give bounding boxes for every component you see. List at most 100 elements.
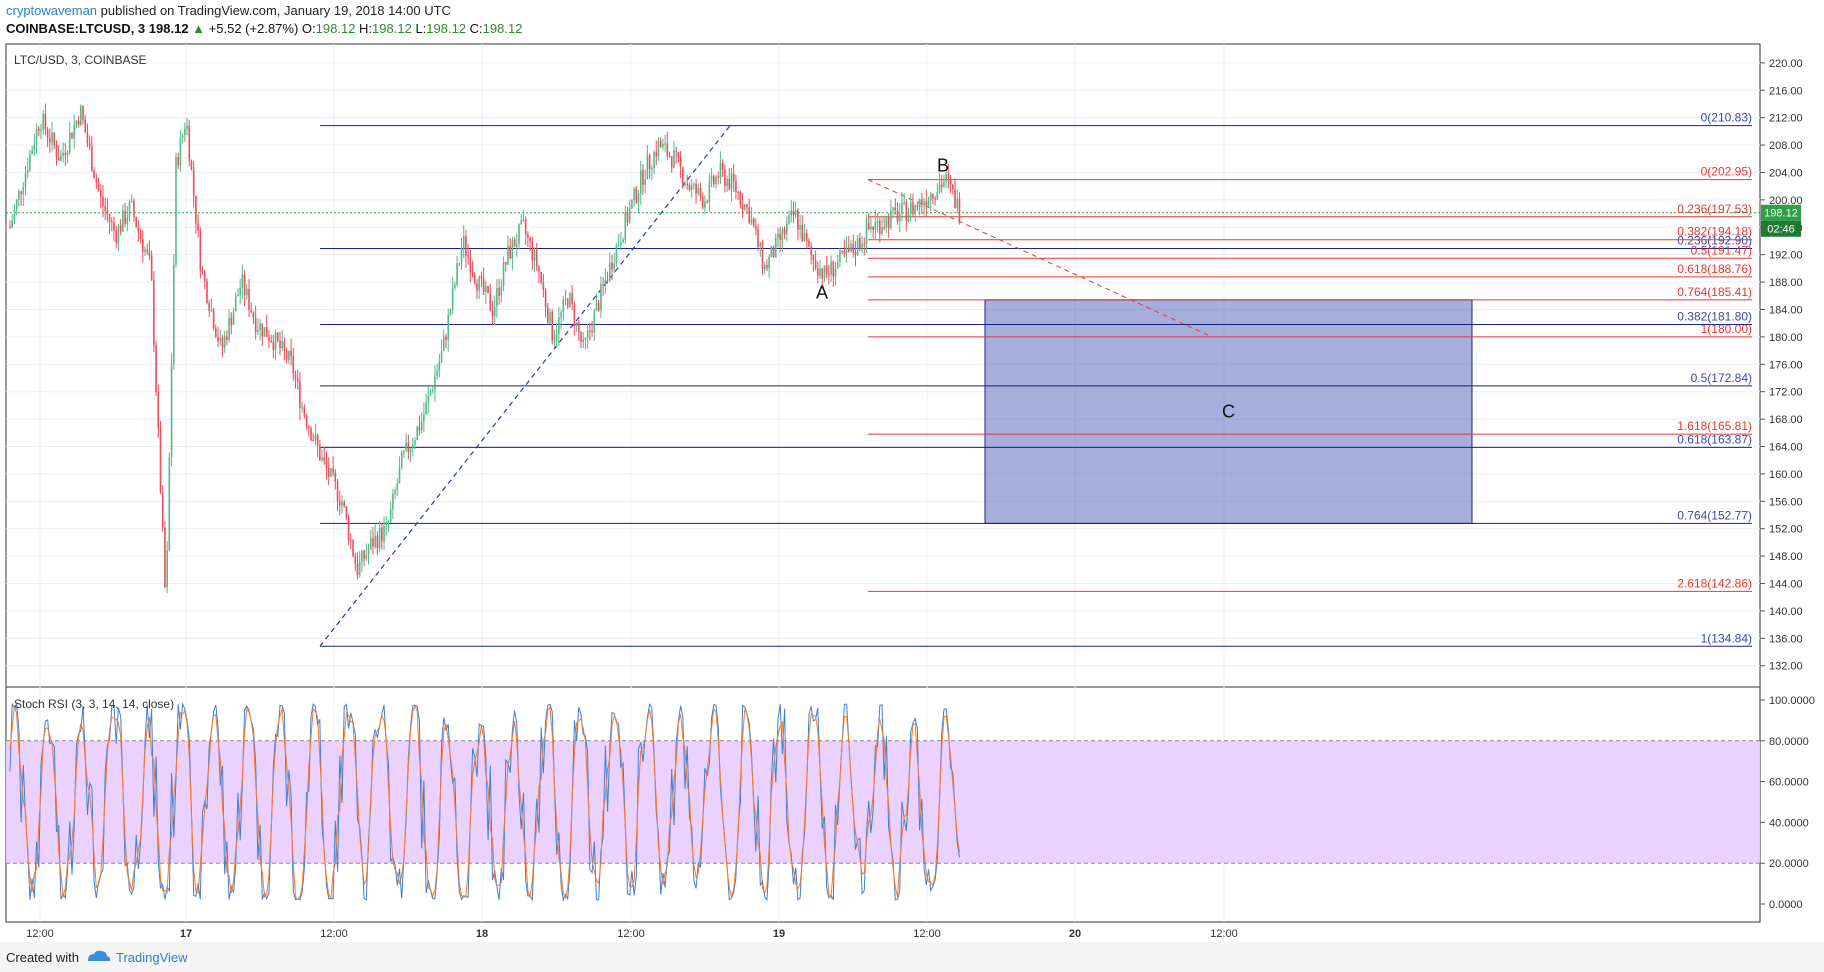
candle-body	[347, 517, 350, 540]
candle-body	[396, 483, 399, 491]
candle-body	[345, 506, 348, 518]
candle-body	[907, 213, 910, 221]
candle-body	[201, 270, 204, 272]
candle-body	[686, 184, 689, 186]
candle-body	[378, 527, 381, 549]
candle-body	[710, 175, 713, 182]
candle-body	[943, 181, 945, 187]
candle-body	[839, 250, 841, 262]
candle-body	[834, 268, 837, 277]
candle-body	[808, 240, 810, 247]
candle-body	[281, 341, 284, 349]
candle-body	[914, 205, 916, 215]
main-pane-title: LTC/USD, 3, COINBASE	[14, 53, 146, 67]
candle-body	[91, 147, 93, 171]
tradingview-brand[interactable]: TradingView	[116, 950, 188, 965]
candle-body	[613, 263, 616, 270]
candle-body	[292, 356, 295, 375]
candle-body	[398, 467, 401, 484]
candle-body	[489, 293, 492, 311]
candle-body	[383, 525, 385, 542]
candle-body	[115, 230, 118, 243]
candle-body	[949, 178, 952, 185]
fib-red-label: 2.618(142.86)	[1677, 576, 1752, 590]
candle-body	[18, 191, 20, 200]
candle-body	[560, 312, 562, 318]
candle-body	[71, 132, 73, 139]
candle-body	[540, 272, 542, 283]
candle-body	[664, 143, 666, 145]
candle-body	[872, 226, 874, 230]
candle-body	[376, 535, 379, 549]
candle-body	[825, 265, 828, 275]
candle-body	[197, 223, 199, 231]
candle-body	[493, 306, 496, 316]
candle-body	[954, 189, 956, 208]
candle-body	[473, 274, 476, 284]
candle-body	[296, 378, 299, 382]
candle-body	[925, 201, 928, 206]
candle-body	[55, 145, 58, 158]
y-tick-label: 152.00	[1769, 524, 1803, 536]
candle-body	[409, 448, 412, 453]
candle-body	[228, 317, 230, 341]
wave-label-c: C	[1222, 402, 1235, 422]
candle-body	[766, 265, 768, 269]
candle-body	[726, 178, 728, 187]
candle-body	[635, 188, 638, 203]
y-tick-label: 204.00	[1769, 167, 1803, 179]
candle-body	[936, 192, 939, 200]
candle-body	[724, 169, 726, 187]
candle-body	[790, 210, 793, 216]
candle-body	[316, 435, 319, 446]
candle-body	[442, 336, 445, 351]
candle-body	[367, 548, 370, 555]
candle-body	[797, 210, 799, 230]
candle-body	[856, 238, 859, 255]
candle-body	[699, 187, 702, 197]
candle-body	[763, 265, 766, 269]
chart-area[interactable]: 0(210.83)0.236(192.90)0.382(181.80)0.5(1…	[0, 0, 1824, 942]
candle-body	[845, 247, 848, 254]
candle-body	[181, 134, 184, 138]
candle-body	[562, 299, 565, 313]
candle-body	[323, 457, 326, 461]
candle-body	[62, 153, 64, 156]
candle-body	[64, 153, 67, 155]
candle-body	[903, 201, 905, 204]
candle-body	[743, 204, 746, 210]
candle-body	[527, 234, 529, 238]
candle-body	[170, 364, 173, 458]
candle-body	[389, 508, 392, 522]
y-tick-label: 156.00	[1769, 496, 1803, 508]
candle-body	[932, 193, 934, 199]
candle-body	[575, 322, 578, 326]
candle-body	[111, 221, 113, 223]
candle-body	[99, 190, 102, 197]
candle-body	[223, 336, 226, 348]
candle-body	[608, 262, 611, 281]
y-tick-label: 216.00	[1769, 85, 1803, 97]
candle-body	[95, 178, 98, 183]
candle-body	[898, 213, 901, 222]
candle-body	[761, 242, 764, 269]
candle-body	[259, 323, 261, 331]
candle-body	[305, 415, 308, 427]
candle-body	[372, 538, 374, 547]
candle-body	[283, 341, 286, 351]
candle-body	[677, 152, 680, 158]
candle-body	[867, 222, 870, 230]
candle-body	[243, 274, 246, 296]
candle-body	[237, 294, 239, 297]
candle-body	[518, 224, 520, 244]
candle-body	[241, 274, 244, 288]
candle-body	[161, 492, 164, 528]
candle-body	[812, 255, 815, 261]
candle-body	[179, 137, 182, 165]
candle-body	[414, 440, 416, 445]
candle-body	[934, 198, 936, 200]
candle-body	[553, 340, 556, 342]
x-tick-label: 17	[180, 928, 192, 940]
fib-red-label: 1(180.00)	[1701, 322, 1752, 336]
candle-body	[186, 125, 188, 130]
